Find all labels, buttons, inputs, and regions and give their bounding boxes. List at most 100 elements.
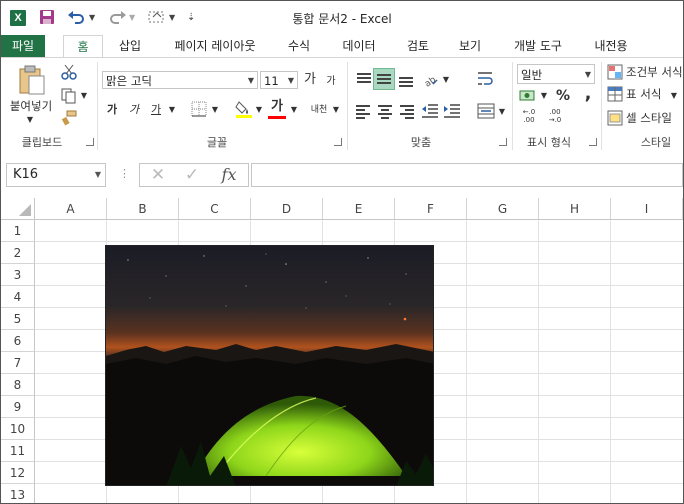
percent-style-button[interactable]: % bbox=[555, 88, 571, 104]
worksheet-grid[interactable]: A B C D E F G H I 1 2 3 4 5 6 7 8 9 10 1… bbox=[1, 198, 683, 503]
row-header[interactable]: 13 bbox=[1, 484, 35, 503]
top-align-icon[interactable] bbox=[355, 70, 373, 88]
comma-style-button[interactable]: , bbox=[581, 85, 595, 103]
font-group-label: 글꼴 bbox=[206, 136, 228, 149]
increase-decimal-bottom: .00 bbox=[523, 116, 535, 124]
tab-review[interactable]: 검토 bbox=[397, 35, 439, 57]
orientation-dropdown-icon[interactable]: ▼ bbox=[441, 72, 451, 88]
font-size-combo[interactable]: 11 ▼ bbox=[260, 71, 298, 89]
splitter-handle-icon[interactable]: ⋮ bbox=[119, 167, 130, 181]
tab-data[interactable]: 데이터 bbox=[333, 35, 385, 57]
accounting-dropdown-icon[interactable]: ▼ bbox=[539, 88, 549, 104]
middle-align-icon[interactable] bbox=[373, 68, 395, 90]
clipboard-launcher-icon[interactable] bbox=[86, 138, 94, 146]
wrap-text-icon[interactable] bbox=[477, 70, 493, 92]
column-header[interactable]: E bbox=[323, 198, 395, 220]
select-all-corner[interactable] bbox=[1, 198, 35, 220]
align-right-icon[interactable] bbox=[398, 102, 416, 120]
row-header[interactable]: 8 bbox=[1, 374, 35, 396]
merge-dropdown-icon[interactable]: ▼ bbox=[497, 104, 507, 120]
column-header[interactable]: I bbox=[611, 198, 683, 220]
tab-view[interactable]: 보기 bbox=[449, 35, 491, 57]
row-header[interactable]: 10 bbox=[1, 418, 35, 440]
paste-icon[interactable] bbox=[17, 64, 47, 95]
inserted-picture[interactable] bbox=[105, 245, 434, 486]
accounting-format-icon[interactable] bbox=[519, 88, 537, 108]
font-color-button[interactable]: 가 bbox=[269, 99, 285, 115]
decrease-decimal-button[interactable]: .00 →.0 bbox=[545, 108, 565, 124]
fill-color-icon[interactable] bbox=[235, 99, 253, 123]
orientation-icon[interactable]: ab bbox=[421, 70, 439, 92]
increase-decimal-button[interactable]: ←.0 .00 bbox=[519, 108, 539, 124]
conditional-formatting-button[interactable]: 조건부 서식 bbox=[626, 64, 683, 80]
column-header[interactable]: D bbox=[251, 198, 323, 220]
cell-styles-icon[interactable] bbox=[607, 110, 623, 130]
row-header[interactable]: 2 bbox=[1, 242, 35, 264]
row-header[interactable]: 11 bbox=[1, 440, 35, 462]
column-header[interactable]: B bbox=[107, 198, 179, 220]
tab-page-layout[interactable]: 페이지 레이아웃 bbox=[161, 35, 269, 57]
chevron-down-icon: ▼ bbox=[287, 76, 294, 85]
name-box-value: K16 bbox=[13, 167, 39, 182]
column-header[interactable]: C bbox=[179, 198, 251, 220]
underline-dropdown-icon[interactable]: ▼ bbox=[167, 102, 177, 118]
row-header[interactable]: 5 bbox=[1, 308, 35, 330]
font-launcher-icon[interactable] bbox=[334, 138, 342, 146]
shrink-font-button[interactable]: 가 bbox=[325, 74, 337, 90]
number-launcher-icon[interactable] bbox=[589, 138, 597, 146]
format-as-table-dropdown-icon[interactable]: ▼ bbox=[669, 88, 679, 104]
row-header[interactable]: 4 bbox=[1, 286, 35, 308]
conditional-formatting-icon[interactable] bbox=[607, 64, 623, 84]
align-left-icon[interactable] bbox=[355, 102, 373, 120]
borders-dropdown-icon[interactable]: ▼ bbox=[210, 102, 220, 118]
name-box[interactable]: K16 ▼ bbox=[6, 163, 106, 187]
tab-insert[interactable]: 삽입 bbox=[109, 35, 151, 57]
format-painter-icon[interactable] bbox=[61, 110, 77, 130]
bold-button[interactable]: 가 bbox=[105, 102, 119, 118]
formula-input[interactable] bbox=[251, 163, 683, 187]
number-format-combo[interactable]: 일반 ▼ bbox=[517, 64, 595, 84]
cell-styles-button[interactable]: 셀 스타일 bbox=[626, 110, 683, 126]
italic-button[interactable]: 가 bbox=[127, 102, 141, 118]
row-header[interactable]: 12 bbox=[1, 462, 35, 484]
merge-center-icon[interactable] bbox=[477, 102, 495, 124]
borders-icon[interactable] bbox=[191, 101, 207, 121]
decrease-indent-icon[interactable] bbox=[421, 102, 439, 124]
tab-home[interactable]: 홈 bbox=[63, 35, 103, 59]
row-header[interactable]: 9 bbox=[1, 396, 35, 418]
tab-custom[interactable]: 내전용 bbox=[585, 35, 637, 57]
phonetic-button[interactable]: 내천 bbox=[309, 102, 329, 118]
cancel-icon[interactable]: ✕ bbox=[146, 165, 170, 185]
enter-icon[interactable]: ✓ bbox=[180, 165, 204, 185]
row-header[interactable]: 6 bbox=[1, 330, 35, 352]
copy-icon[interactable] bbox=[61, 88, 77, 108]
paste-dropdown-icon[interactable]: ▼ bbox=[23, 112, 37, 128]
column-header[interactable]: G bbox=[467, 198, 539, 220]
phonetic-dropdown-icon[interactable]: ▼ bbox=[331, 102, 341, 118]
row-header[interactable]: 7 bbox=[1, 352, 35, 374]
insert-function-icon[interactable]: fx bbox=[216, 165, 242, 185]
font-name-combo[interactable]: 맑은 고딕 ▼ bbox=[102, 71, 258, 89]
increase-indent-icon[interactable] bbox=[443, 102, 461, 124]
alignment-group-label: 맞춤 bbox=[410, 136, 432, 149]
column-header[interactable]: H bbox=[539, 198, 611, 220]
copy-dropdown-icon[interactable]: ▼ bbox=[79, 88, 89, 104]
align-center-icon[interactable] bbox=[376, 102, 394, 120]
alignment-launcher-icon[interactable] bbox=[499, 138, 507, 146]
chevron-down-icon[interactable]: ▼ bbox=[95, 164, 101, 186]
chevron-down-icon: ▼ bbox=[247, 76, 254, 85]
column-header[interactable]: A bbox=[35, 198, 107, 220]
tab-developer[interactable]: 개발 도구 bbox=[501, 35, 575, 57]
tab-file[interactable]: 파일 bbox=[1, 35, 45, 57]
row-header[interactable]: 1 bbox=[1, 220, 35, 242]
font-color-dropdown-icon[interactable]: ▼ bbox=[289, 102, 299, 118]
bottom-align-icon[interactable] bbox=[397, 70, 415, 88]
grow-font-button[interactable]: 가 bbox=[303, 72, 317, 88]
tab-formulas[interactable]: 수식 bbox=[277, 35, 321, 57]
underline-button[interactable]: 가 bbox=[149, 102, 163, 118]
row-header[interactable]: 3 bbox=[1, 264, 35, 286]
format-as-table-icon[interactable] bbox=[607, 86, 623, 106]
column-header[interactable]: F bbox=[395, 198, 467, 220]
fill-color-dropdown-icon[interactable]: ▼ bbox=[254, 102, 264, 118]
cut-icon[interactable] bbox=[61, 64, 77, 84]
